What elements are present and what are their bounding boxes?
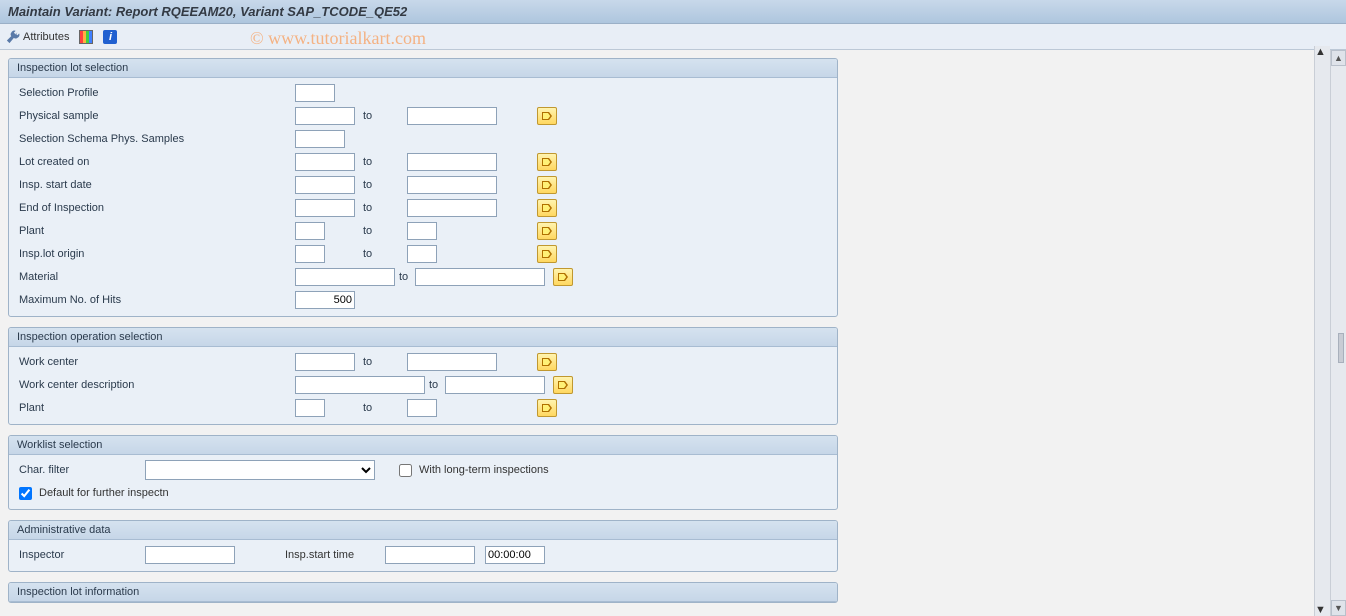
to-label: to <box>355 179 407 191</box>
label-plant-op: Plant <box>15 402 245 414</box>
input-origin-from[interactable] <box>295 245 325 263</box>
group-title: Inspection lot information <box>9 583 837 602</box>
label-work-center-desc: Work center description <box>15 379 245 391</box>
to-label: to <box>355 110 407 122</box>
attributes-label: Attributes <box>23 31 69 43</box>
scroll-grip[interactable] <box>1338 333 1344 363</box>
multi-select-button[interactable] <box>537 222 557 240</box>
group-inspection-lot: Inspection lot selection Selection Profi… <box>8 58 838 317</box>
input-insp-start-to[interactable] <box>407 176 497 194</box>
group-title: Inspection lot selection <box>9 59 837 78</box>
group-lot-info: Inspection lot information <box>8 582 838 603</box>
scroll-down-icon[interactable]: ▼ <box>1315 604 1330 616</box>
input-selection-schema[interactable] <box>295 130 345 148</box>
multi-select-button[interactable] <box>537 153 557 171</box>
input-plant-to[interactable] <box>407 222 437 240</box>
label-selection-profile: Selection Profile <box>15 87 245 99</box>
group-title: Administrative data <box>9 521 837 540</box>
multi-select-button[interactable] <box>537 353 557 371</box>
label-insp-start-date: Insp. start date <box>15 179 245 191</box>
input-plant-op-from[interactable] <box>295 399 325 417</box>
input-work-center-from[interactable] <box>295 353 355 371</box>
multi-select-button[interactable] <box>537 245 557 263</box>
group-inspection-operation: Inspection operation selection Work cent… <box>8 327 838 425</box>
inner-scrollbar[interactable]: ▲ ▼ <box>1314 46 1330 616</box>
label-selection-schema: Selection Schema Phys. Samples <box>15 133 245 145</box>
input-material-to[interactable] <box>415 268 545 286</box>
label-max-hits: Maximum No. of Hits <box>15 294 245 306</box>
info-icon[interactable]: i <box>103 30 117 44</box>
multi-select-button[interactable] <box>537 176 557 194</box>
to-label: to <box>395 271 415 283</box>
input-end-insp-from[interactable] <box>295 199 355 217</box>
input-insp-start-time-2[interactable] <box>485 546 545 564</box>
right-pane: ▲ ▼ <box>838 50 1346 616</box>
checkbox-long-term[interactable] <box>399 464 412 477</box>
multi-select-button[interactable] <box>553 376 573 394</box>
title-bar: Maintain Variant: Report RQEEAM20, Varia… <box>0 0 1346 24</box>
label-physical-sample: Physical sample <box>15 110 245 122</box>
wrench-icon <box>6 30 20 44</box>
label-lot-created-on: Lot created on <box>15 156 245 168</box>
input-work-center-desc-from[interactable] <box>295 376 425 394</box>
main-content: Inspection lot selection Selection Profi… <box>0 50 838 616</box>
input-plant-op-to[interactable] <box>407 399 437 417</box>
multi-select-button[interactable] <box>537 199 557 217</box>
scroll-up-icon[interactable]: ▲ <box>1315 46 1330 58</box>
multi-select-button[interactable] <box>537 399 557 417</box>
to-label: to <box>355 402 407 414</box>
outer-scrollbar[interactable]: ▲ ▼ <box>1330 50 1346 616</box>
label-material: Material <box>15 271 245 283</box>
multi-select-button[interactable] <box>553 268 573 286</box>
input-insp-start-time-1[interactable] <box>385 546 475 564</box>
toolbar: Attributes i <box>0 24 1346 50</box>
label-char-filter: Char. filter <box>15 464 145 476</box>
group-title: Inspection operation selection <box>9 328 837 347</box>
label-default-further: Default for further inspectn <box>39 487 169 499</box>
input-selection-profile[interactable] <box>295 84 335 102</box>
label-end-of-inspection: End of Inspection <box>15 202 245 214</box>
scroll-up-icon[interactable]: ▲ <box>1331 50 1346 66</box>
label-insp-lot-origin: Insp.lot origin <box>15 248 245 260</box>
input-insp-start-from[interactable] <box>295 176 355 194</box>
input-work-center-desc-to[interactable] <box>445 376 545 394</box>
to-label: to <box>425 379 445 391</box>
input-end-insp-to[interactable] <box>407 199 497 217</box>
input-physical-sample-to[interactable] <box>407 107 497 125</box>
page-title: Maintain Variant: Report RQEEAM20, Varia… <box>8 4 407 19</box>
label-work-center: Work center <box>15 356 245 368</box>
checkbox-default-further[interactable] <box>19 487 32 500</box>
group-admin: Administrative data Inspector Insp.start… <box>8 520 838 572</box>
group-title: Worklist selection <box>9 436 837 455</box>
multi-select-button[interactable] <box>537 107 557 125</box>
input-material-from[interactable] <box>295 268 395 286</box>
scroll-down-icon[interactable]: ▼ <box>1331 600 1346 616</box>
to-label: to <box>355 156 407 168</box>
input-work-center-to[interactable] <box>407 353 497 371</box>
input-plant-from[interactable] <box>295 222 325 240</box>
color-legend-icon[interactable] <box>79 30 93 44</box>
label-inspector: Inspector <box>15 549 145 561</box>
input-physical-sample-from[interactable] <box>295 107 355 125</box>
to-label: to <box>355 248 407 260</box>
input-lot-created-from[interactable] <box>295 153 355 171</box>
input-inspector[interactable] <box>145 546 235 564</box>
to-label: to <box>355 356 407 368</box>
input-max-hits[interactable] <box>295 291 355 309</box>
to-label: to <box>355 202 407 214</box>
label-long-term: With long-term inspections <box>419 464 549 476</box>
attributes-button[interactable]: Attributes <box>6 30 69 44</box>
input-lot-created-to[interactable] <box>407 153 497 171</box>
group-worklist: Worklist selection Char. filter With lon… <box>8 435 838 510</box>
to-label: to <box>355 225 407 237</box>
input-origin-to[interactable] <box>407 245 437 263</box>
label-plant: Plant <box>15 225 245 237</box>
label-insp-start-time: Insp.start time <box>285 549 385 561</box>
select-char-filter[interactable] <box>145 460 375 480</box>
